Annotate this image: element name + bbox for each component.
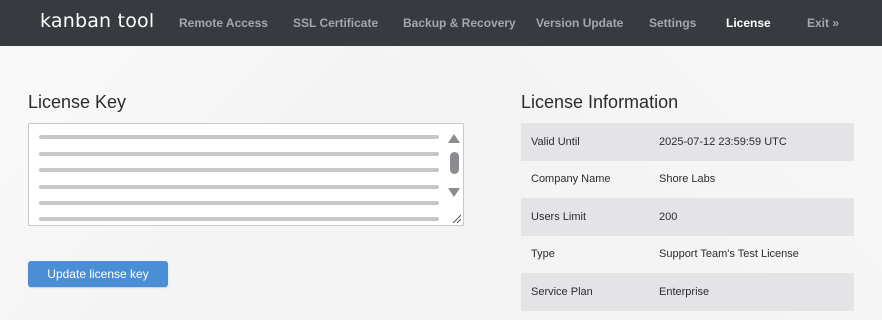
scroll-up-arrow-icon[interactable] <box>448 134 460 143</box>
kanban-tool-logo[interactable]: kanban tool <box>40 10 154 32</box>
license-info-table: Valid Until 2025-07-12 23:59:59 UTC Comp… <box>521 123 854 311</box>
license-key-textarea[interactable] <box>28 123 464 226</box>
info-label: Service Plan <box>531 285 593 298</box>
nav-settings[interactable]: Settings <box>649 16 696 30</box>
info-value: Support Team's Test License <box>659 248 799 261</box>
resize-handle-icon[interactable] <box>451 213 461 223</box>
info-row-users-limit: Users Limit 200 <box>521 198 854 236</box>
top-navigation-bar: kanban tool Remote Access SSL Certificat… <box>0 0 882 46</box>
redacted-key-line <box>39 168 439 172</box>
update-license-key-button[interactable]: Update license key <box>28 261 168 287</box>
info-label: Valid Until <box>531 135 580 148</box>
redacted-key-line <box>39 217 439 221</box>
nav-version-update[interactable]: Version Update <box>536 16 623 30</box>
info-row-company-name: Company Name Shore Labs <box>521 161 854 199</box>
info-label: Company Name <box>531 173 611 186</box>
info-value: 200 <box>659 210 678 223</box>
redacted-key-line <box>39 135 439 139</box>
nav-backup-recovery[interactable]: Backup & Recovery <box>403 16 516 30</box>
license-key-heading: License Key <box>28 92 127 112</box>
scrollbar-thumb[interactable] <box>450 152 459 174</box>
info-row-valid-until: Valid Until 2025-07-12 23:59:59 UTC <box>521 123 854 161</box>
info-value: Shore Labs <box>659 173 716 186</box>
nav-ssl-certificate[interactable]: SSL Certificate <box>293 16 378 30</box>
nav-exit[interactable]: Exit » <box>807 16 839 30</box>
redacted-key-line <box>39 152 439 156</box>
redacted-key-line <box>39 201 439 205</box>
redacted-key-line <box>39 185 439 189</box>
info-value: 2025-07-12 23:59:59 UTC <box>659 135 787 148</box>
info-label: Users Limit <box>531 210 587 223</box>
info-row-service-plan: Service Plan Enterprise <box>521 273 854 311</box>
nav-license[interactable]: License <box>726 16 771 30</box>
nav-remote-access[interactable]: Remote Access <box>179 16 268 30</box>
info-value: Enterprise <box>659 285 710 298</box>
info-row-type: Type Support Team's Test License <box>521 236 854 274</box>
info-label: Type <box>531 248 555 261</box>
license-information-heading: License Information <box>521 92 679 112</box>
scroll-down-arrow-icon[interactable] <box>448 188 460 197</box>
